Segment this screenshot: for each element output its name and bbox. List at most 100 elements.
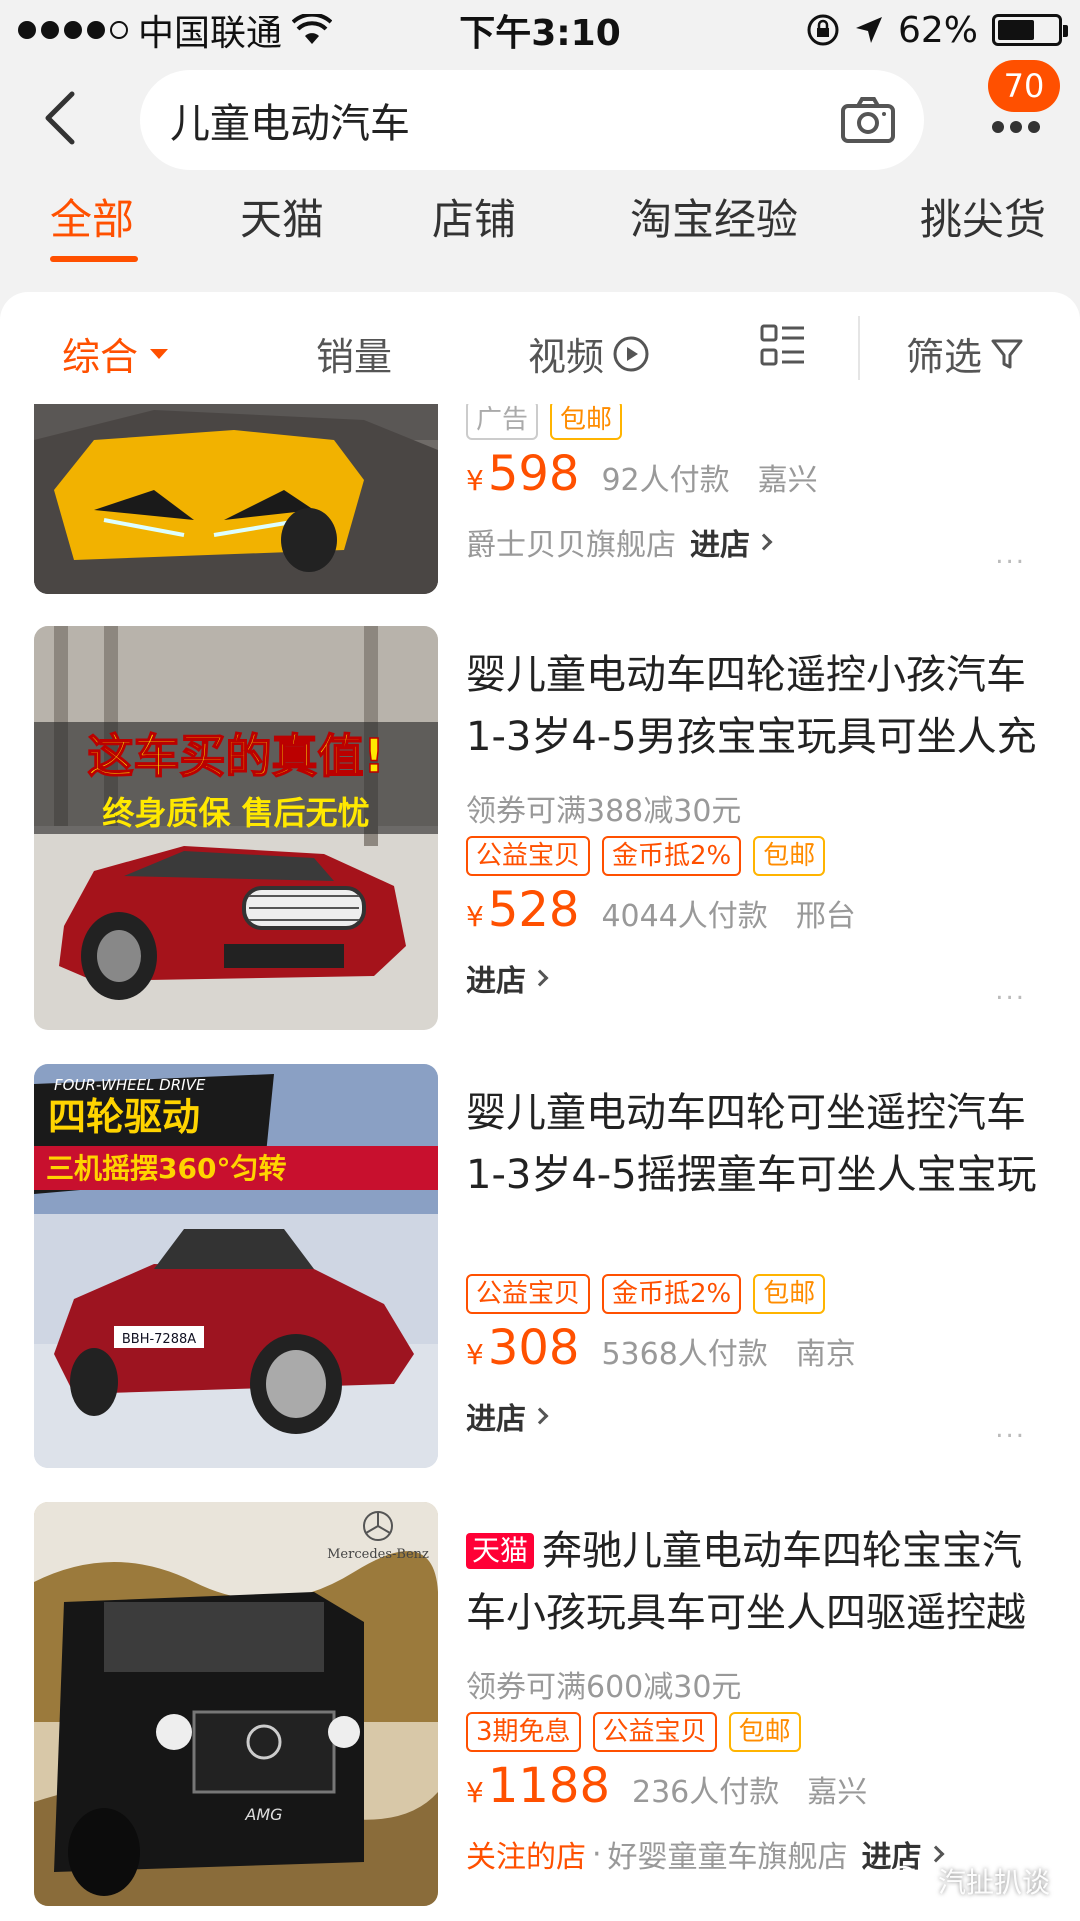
status-left: 中国联通: [18, 4, 333, 56]
product-title[interactable]: 婴儿童电动车四轮遥控小孩汽车1-3岁4-5男孩宝宝玩具可坐人充: [466, 644, 1046, 768]
product-card[interactable]: Mercedes-Benz AMG 天猫 奔驰儿童电动车四轮宝宝汽车小孩玩具车可坐…: [0, 1502, 1080, 1906]
product-info: 天猫 奔驰儿童电动车四轮宝宝汽车小孩玩具车可坐人四驱遥控越 领券可满600减30元…: [466, 1502, 1056, 1906]
tab-all[interactable]: 全部: [50, 186, 134, 247]
rotation-lock-icon: [807, 14, 839, 46]
sort-video-label: 视频: [528, 335, 605, 379]
more-options-button[interactable]: ...: [995, 1414, 1026, 1444]
search-input[interactable]: 儿童电动汽车: [140, 70, 924, 170]
tab-premium-goods[interactable]: 挑尖货: [920, 186, 1046, 247]
status-bar: 中国联通 下午3:10 62%: [0, 0, 1080, 60]
shop-name[interactable]: 好婴童童车旗舰店: [608, 1832, 848, 1876]
active-tab-underline: [50, 256, 138, 262]
more-options-button[interactable]: ...: [995, 540, 1026, 570]
more-icon: [992, 121, 1040, 133]
chevron-right-icon: [531, 1407, 549, 1425]
sort-comprehensive[interactable]: 综合: [62, 326, 169, 381]
wifi-icon: [292, 14, 333, 44]
chevron-right-icon: [755, 533, 773, 551]
charity-tag: 公益宝贝: [592, 1712, 717, 1752]
more-options-button[interactable]: ...: [995, 976, 1026, 1006]
enter-shop-link[interactable]: 进店: [690, 520, 773, 564]
product-image[interactable]: FOUR-WHEEL DRIVE 四轮驱动 三机摇摆360°匀转 BBH-728…: [34, 1064, 438, 1468]
tab-shops[interactable]: 店铺: [432, 186, 516, 247]
charity-tag: 公益宝贝: [466, 1274, 591, 1314]
tmall-badge: 天猫: [466, 1533, 535, 1569]
sales-count: 4044人付款: [601, 899, 768, 934]
filter-button[interactable]: 筛选: [906, 326, 1024, 381]
price-row: ¥ 528 4044人付款 邢台: [466, 882, 856, 938]
battery-percent: 62%: [897, 9, 978, 51]
layout-toggle-button[interactable]: [760, 324, 806, 368]
sort-sales[interactable]: 销量: [316, 326, 392, 381]
sort-sales-label: 销量: [316, 335, 393, 379]
coin-discount-tag: 金币抵2%: [602, 836, 742, 876]
red-bmw-toy-car-image: 这车买的真值! 终身质保 售后无忧: [34, 626, 438, 1030]
product-info: 广告 包邮 ¥ 598 92人付款 嘉兴 爵士贝贝旗舰店 进店 ...: [466, 404, 1056, 594]
product-price: 598: [487, 446, 580, 502]
shop-name[interactable]: 爵士贝贝旗舰店: [466, 520, 676, 564]
followed-shop-label: 关注的店: [466, 1840, 586, 1875]
image-amg-label: AMG: [244, 1805, 282, 1824]
image-headline: 四轮驱动: [48, 1095, 200, 1139]
ad-tag: 广告: [466, 404, 539, 440]
tab-taobao-experience[interactable]: 淘宝经验: [630, 186, 798, 247]
dropdown-triangle-icon: [150, 348, 169, 359]
sort-video[interactable]: 视频: [528, 326, 650, 381]
product-image[interactable]: 这车买的真值! 终身质保 售后无忧: [34, 626, 438, 1030]
camera-button[interactable]: [838, 90, 898, 150]
product-image[interactable]: [34, 404, 438, 594]
list-layout-icon: [760, 324, 804, 366]
product-info: 婴儿童电动车四轮可坐遥控汽车1-3岁4-5摇摆童车可坐人宝宝玩 公益宝贝 金币抵…: [466, 1064, 1056, 1468]
sort-comprehensive-label: 综合: [62, 335, 139, 379]
image-license-plate: BBH-7288A: [122, 1332, 196, 1347]
price-row: ¥ 308 5368人付款 南京: [466, 1320, 856, 1376]
product-image[interactable]: Mercedes-Benz AMG: [34, 1502, 438, 1906]
shop-row: 关注的店 · 好婴童童车旗舰店 进店: [466, 1832, 945, 1876]
back-arrow-icon: [45, 91, 75, 145]
product-tags: 公益宝贝 金币抵2% 包邮: [466, 1274, 826, 1314]
product-price: 528: [487, 882, 580, 938]
product-title[interactable]: 天猫 奔驰儿童电动车四轮宝宝汽车小孩玩具车可坐人四驱遥控越: [466, 1520, 1046, 1644]
installment-tag: 3期免息: [466, 1712, 581, 1752]
currency-symbol: ¥: [466, 900, 484, 933]
enter-shop-link[interactable]: 进店: [466, 956, 549, 1000]
product-card[interactable]: 这车买的真值! 终身质保 售后无忧 婴儿童电动车四轮遥控小孩汽车1-3岁4-5男…: [0, 626, 1080, 1030]
ship-location: 嘉兴: [807, 1775, 868, 1810]
product-tags: 3期免息 公益宝贝 包邮: [466, 1712, 801, 1752]
coupon-info: 领券可满600减30元: [466, 1670, 742, 1705]
location-arrow-icon: [855, 17, 882, 43]
watermark-label: 汽扯扒谈: [937, 1866, 1050, 1899]
back-button[interactable]: [30, 88, 90, 148]
shop-separator: ·: [592, 1836, 602, 1872]
currency-symbol: ¥: [466, 464, 484, 497]
product-title[interactable]: 婴儿童电动车四轮可坐遥控汽车1-3岁4-5摇摆童车可坐人宝宝玩: [466, 1082, 1046, 1206]
coin-discount-tag: 金币抵2%: [602, 1274, 742, 1314]
message-count-badge: 70: [988, 60, 1060, 112]
carrier-label: 中国联通: [138, 13, 283, 54]
chevron-right-icon: [531, 969, 549, 987]
product-card[interactable]: FOUR-WHEEL DRIVE 四轮驱动 三机摇摆360°匀转 BBH-728…: [0, 1064, 1080, 1468]
red-ride-on-car-image: FOUR-WHEEL DRIVE 四轮驱动 三机摇摆360°匀转 BBH-728…: [34, 1064, 438, 1468]
tab-tmall[interactable]: 天猫: [240, 186, 324, 247]
enter-shop-link[interactable]: 进店: [466, 1394, 549, 1438]
wechat-watermark: 汽扯扒谈: [888, 1861, 1050, 1901]
product-price: 308: [487, 1320, 580, 1376]
product-list: 广告 包邮 ¥ 598 92人付款 嘉兴 爵士贝贝旗舰店 进店 ... 这车买的…: [0, 404, 1080, 1921]
battery-fill: [998, 20, 1034, 40]
product-tags: 广告 包邮: [466, 404, 623, 440]
filter-funnel-icon: [991, 339, 1023, 368]
search-query: 儿童电动汽车: [170, 101, 410, 147]
enter-shop-label: 进店: [690, 528, 750, 563]
currency-symbol: ¥: [466, 1338, 484, 1371]
filter-label: 筛选: [906, 335, 983, 379]
shop-row: 进店: [466, 956, 549, 1000]
product-card[interactable]: 广告 包邮 ¥ 598 92人付款 嘉兴 爵士贝贝旗舰店 进店 ...: [0, 404, 1080, 594]
sort-bar: 综合 销量 视频 筛选: [0, 292, 1080, 404]
battery-icon: [992, 14, 1068, 46]
product-info: 婴儿童电动车四轮遥控小孩汽车1-3岁4-5男孩宝宝玩具可坐人充 领券可满388减…: [466, 626, 1056, 1030]
charity-tag: 公益宝贝: [466, 836, 591, 876]
chevron-right-icon: [927, 1845, 945, 1863]
ship-location: 南京: [795, 1337, 856, 1372]
image-subline: 终身质保 售后无忧: [102, 794, 369, 832]
black-mercedes-toy-car-image: Mercedes-Benz AMG: [34, 1502, 438, 1906]
